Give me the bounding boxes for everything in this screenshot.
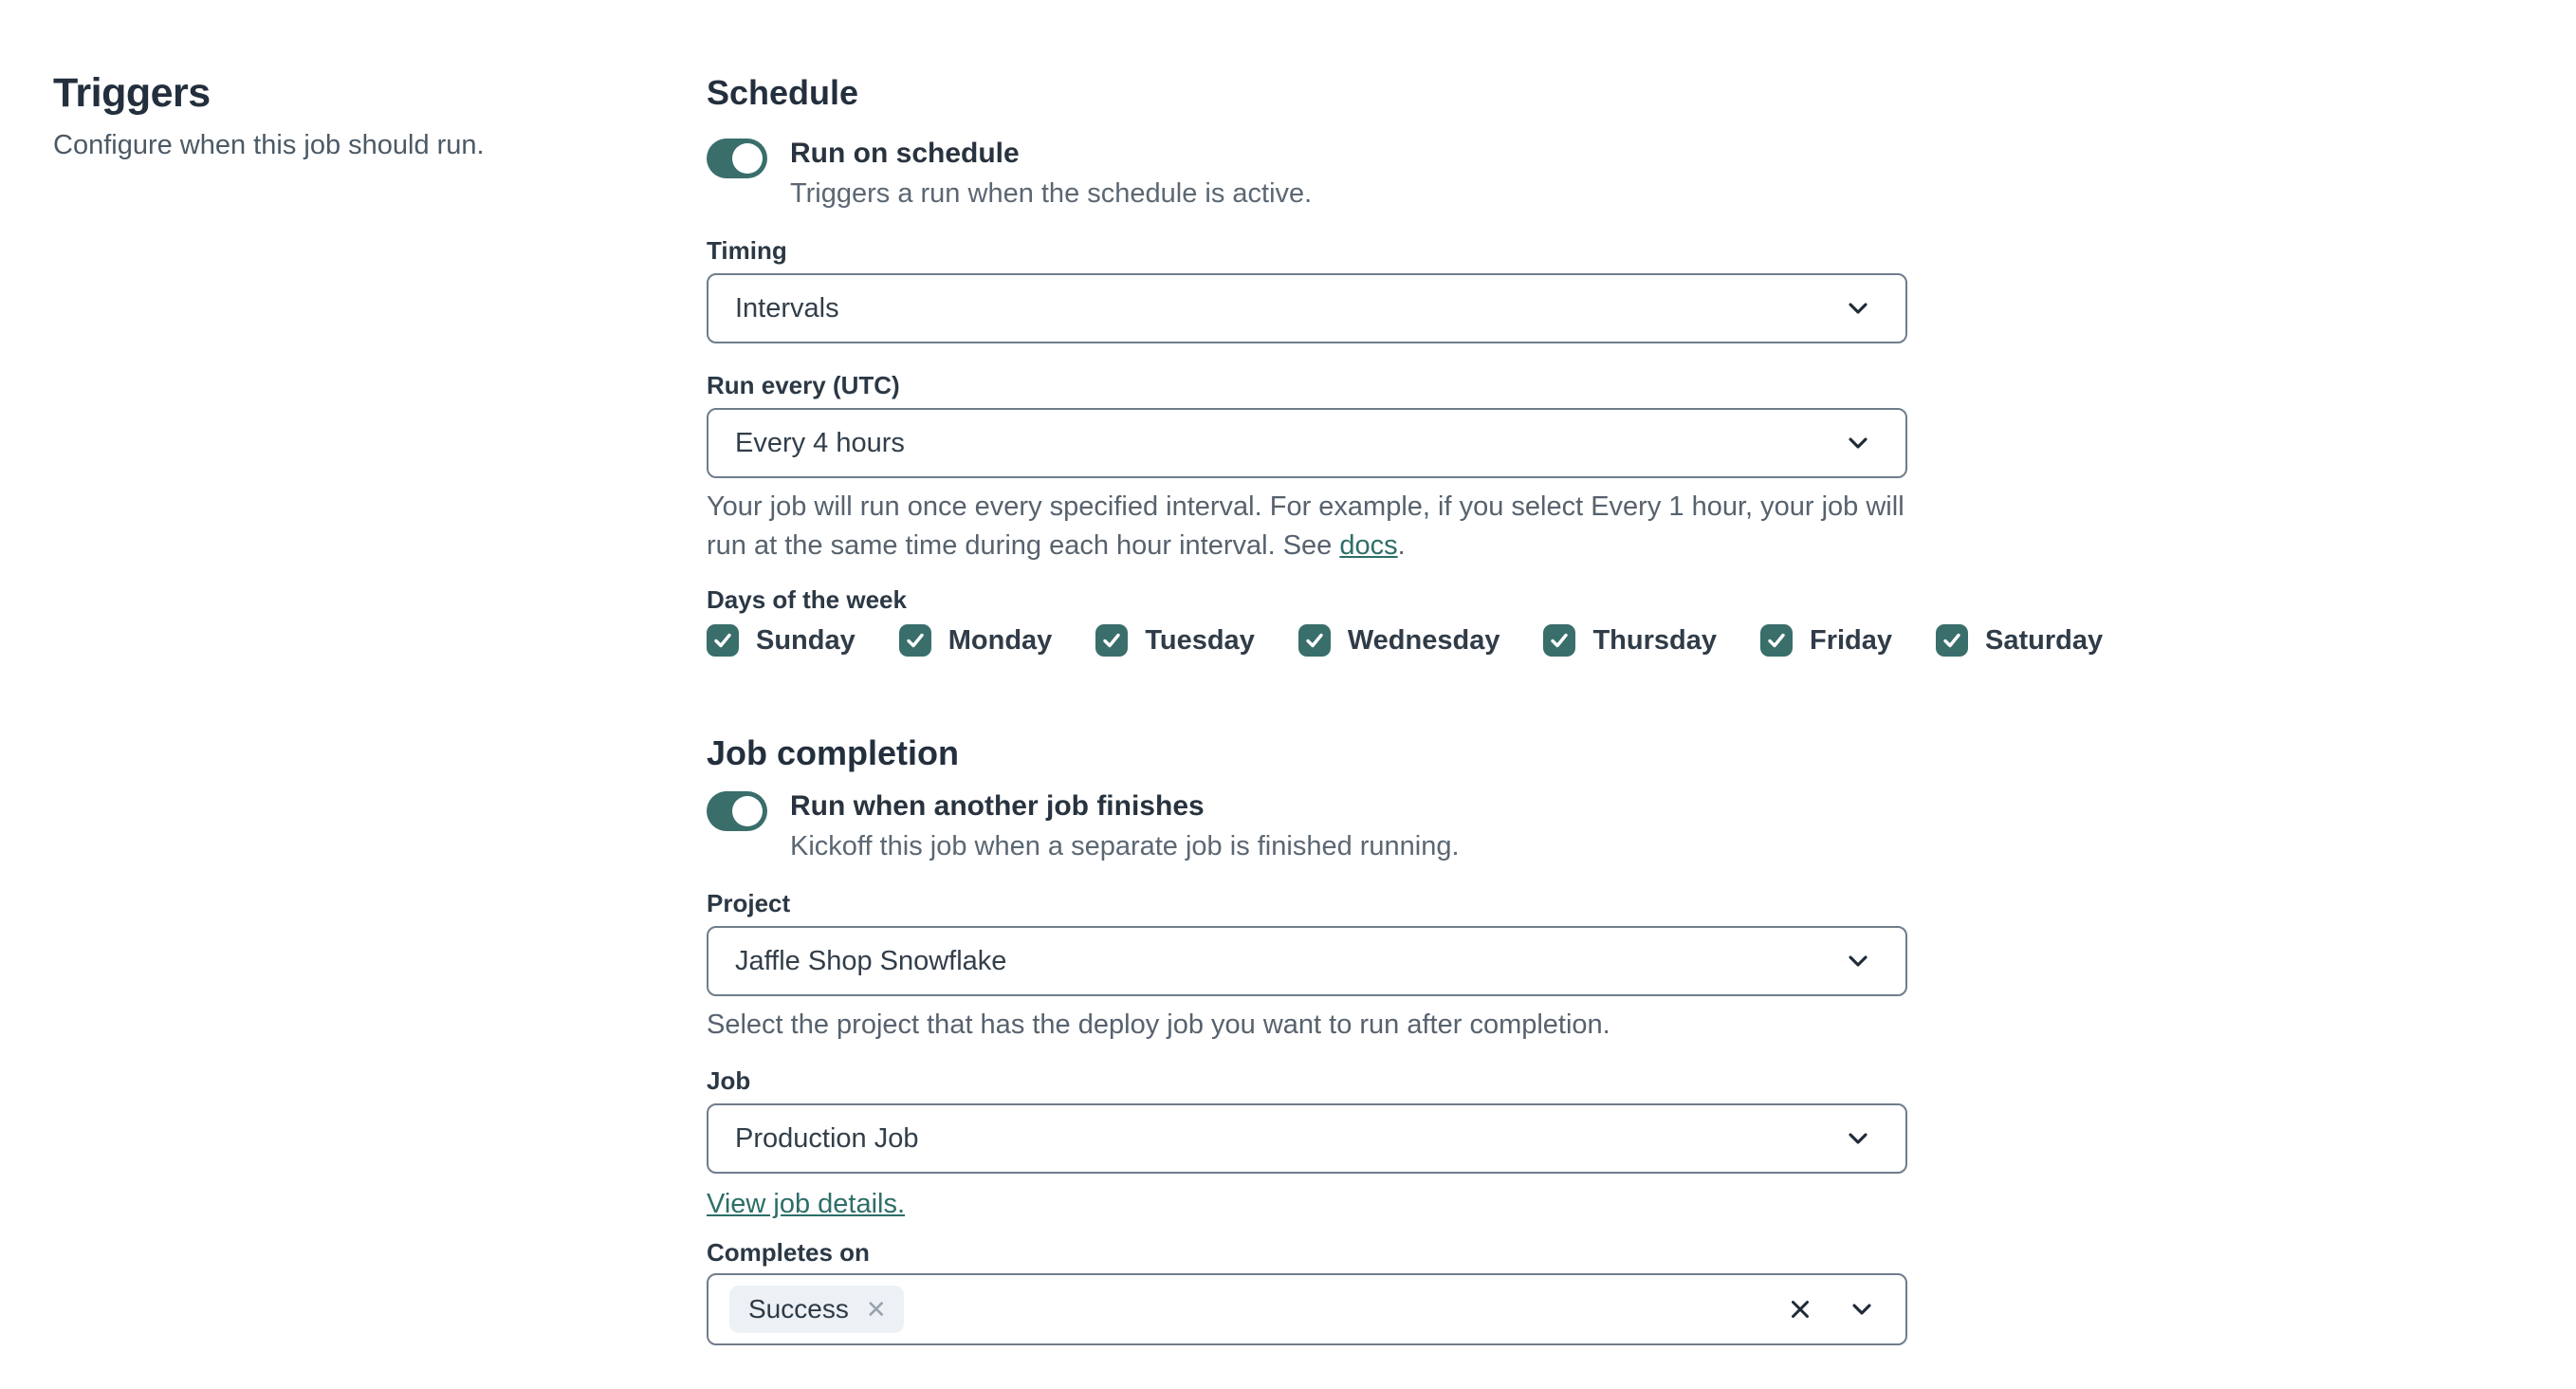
checkbox-checked-icon[interactable] [1936, 624, 1969, 657]
chevron-down-icon [1849, 303, 1868, 314]
timing-label: Timing [707, 236, 787, 265]
day-label: Saturday [1985, 624, 2104, 656]
timing-field: Timing Intervals [707, 235, 1907, 343]
timing-select-value: Intervals [735, 292, 839, 324]
day-label: Thursday [1592, 624, 1717, 656]
run-when-finishes-text: Run when another job finishes Kickoff th… [790, 789, 1460, 863]
project-select-value: Jaffle Shop Snowflake [735, 945, 1007, 976]
run-when-finishes-toggle[interactable] [707, 791, 767, 831]
completes-on-field: Completes on Success ✕ [707, 1237, 1907, 1345]
job-field: Job Production Job View job details. [707, 1065, 1907, 1220]
day-label: Friday [1810, 624, 1893, 656]
day-label: Tuesday [1145, 624, 1255, 656]
selected-tag-success: Success ✕ [729, 1286, 904, 1333]
triggers-form: Schedule Run on schedule Triggers a run … [707, 72, 2103, 1345]
run-on-schedule-text: Run on schedule Triggers a run when the … [790, 137, 1312, 211]
project-label: Project [707, 889, 791, 917]
run-when-finishes-description: Kickoff this job when a separate job is … [790, 831, 1460, 861]
project-field: Project Jaffle Shop Snowflake Select the… [707, 888, 1907, 1045]
tag-label: Success [748, 1294, 849, 1324]
toggle-knob [732, 143, 763, 174]
run-when-finishes-label: Run when another job finishes [790, 790, 1205, 822]
day-checkbox-wednesday[interactable]: Wednesday [1297, 624, 1500, 657]
checkbox-checked-icon[interactable] [1297, 624, 1331, 657]
day-label: Wednesday [1347, 624, 1500, 656]
day-checkbox-monday[interactable]: Monday [898, 624, 1053, 657]
day-checkbox-thursday[interactable]: Thursday [1543, 624, 1717, 657]
day-label: Monday [948, 624, 1053, 656]
chevron-down-icon [1849, 955, 1868, 967]
run-on-schedule-label: Run on schedule [790, 138, 1020, 169]
tag-remove-icon[interactable]: ✕ [866, 1297, 887, 1322]
day-checkbox-tuesday[interactable]: Tuesday [1095, 624, 1255, 657]
docs-link[interactable]: docs [1339, 530, 1397, 561]
run-on-schedule-toggle[interactable] [707, 139, 767, 178]
day-checkbox-saturday[interactable]: Saturday [1936, 624, 2103, 657]
job-completion-heading: Job completion [707, 733, 960, 772]
days-of-week-row: Sunday Monday Tuesday Wednesday Thursday… [707, 624, 2103, 657]
completes-on-multiselect[interactable]: Success ✕ [707, 1273, 1907, 1345]
checkbox-checked-icon[interactable] [1760, 624, 1793, 657]
run-every-field: Run every (UTC) Every 4 hours Your job w… [707, 370, 1907, 565]
triggers-section-descriptor: Triggers Configure when this job should … [53, 68, 641, 163]
project-select[interactable]: Jaffle Shop Snowflake [707, 926, 1907, 996]
day-label: Sunday [756, 624, 856, 656]
checkbox-checked-icon[interactable] [1095, 624, 1129, 657]
checkbox-checked-icon[interactable] [898, 624, 931, 657]
help-text-after: . [1397, 530, 1406, 561]
completes-on-label: Completes on [707, 1238, 870, 1267]
run-on-schedule-description: Triggers a run when the schedule is acti… [790, 178, 1313, 209]
job-select-value: Production Job [735, 1122, 919, 1154]
job-select[interactable]: Production Job [707, 1103, 1907, 1174]
page-title: Triggers [53, 70, 211, 116]
chevron-down-icon [1849, 437, 1868, 449]
chevron-down-icon[interactable] [1847, 1294, 1877, 1324]
timing-select[interactable]: Intervals [707, 273, 1907, 343]
day-checkbox-sunday[interactable]: Sunday [707, 624, 856, 657]
view-job-details-link[interactable]: View job details. [707, 1189, 905, 1220]
run-every-select[interactable]: Every 4 hours [707, 408, 1907, 478]
run-when-finishes-row: Run when another job finishes Kickoff th… [707, 789, 1907, 863]
run-every-label: Run every (UTC) [707, 371, 900, 399]
checkbox-checked-icon[interactable] [1543, 624, 1576, 657]
run-every-select-value: Every 4 hours [735, 427, 905, 458]
multiselect-controls [1786, 1294, 1877, 1324]
chevron-down-icon [1849, 1133, 1868, 1144]
days-of-week-field: Days of the week Sunday Monday Tuesday W… [707, 584, 2103, 657]
day-checkbox-friday[interactable]: Friday [1760, 624, 1892, 657]
toggle-knob [732, 796, 763, 826]
page-description: Configure when this job should run. [53, 130, 485, 160]
project-help-text: Select the project that has the deploy j… [707, 1009, 1610, 1040]
days-of-week-label: Days of the week [707, 585, 907, 614]
schedule-heading: Schedule [707, 73, 859, 112]
job-label: Job [707, 1066, 751, 1095]
run-every-help-text: Your job will run once every specified i… [707, 488, 1907, 565]
checkbox-checked-icon[interactable] [707, 624, 739, 657]
run-on-schedule-row: Run on schedule Triggers a run when the … [707, 137, 1907, 211]
clear-all-icon[interactable] [1786, 1295, 1814, 1324]
help-text-before: Your job will run once every specified i… [707, 491, 1904, 561]
